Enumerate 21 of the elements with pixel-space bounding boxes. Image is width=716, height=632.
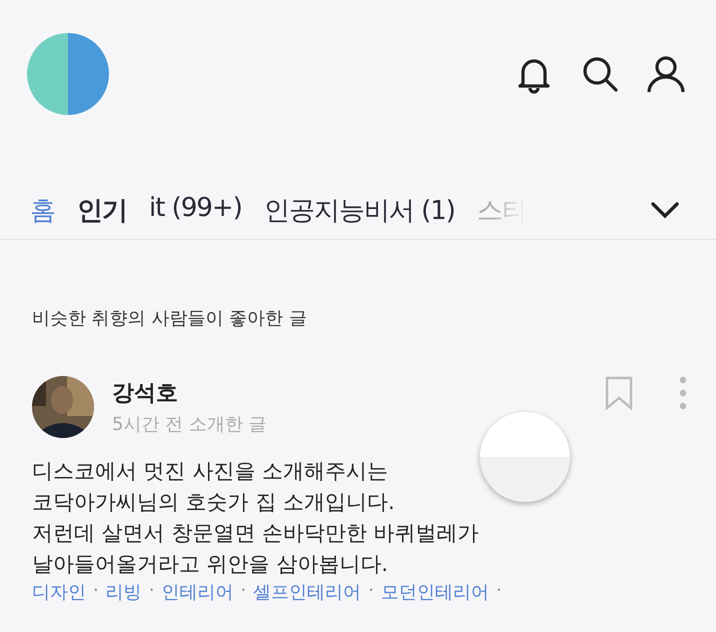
post-meta: 5시간 전 소개한 글	[112, 413, 268, 436]
tag-link[interactable]: 리빙	[106, 580, 142, 604]
tag-link[interactable]: 디자인	[32, 580, 86, 604]
category-tab[interactable]: 인공지능비서 (1)	[264, 192, 455, 228]
tag-link[interactable]: 모던인테리어	[380, 580, 489, 604]
author-name[interactable]: 강석호	[112, 378, 605, 408]
category-tab[interactable]: 인기	[77, 192, 127, 228]
separator-dot: ·	[496, 580, 502, 603]
category-tab[interactable]: 홈	[30, 192, 55, 228]
separator-dot: ·	[368, 580, 374, 603]
separator-dot: ·	[148, 580, 154, 603]
separator-dot: ·	[93, 580, 99, 603]
chevron-down-icon[interactable]	[650, 200, 680, 220]
separator-dot: ·	[240, 580, 246, 603]
logo-icon[interactable]	[27, 33, 109, 115]
section-title: 비슷한 취향의 사람들이 좋아한 글	[32, 307, 308, 330]
person-icon[interactable]	[646, 54, 686, 94]
post-text: 디스코에서 멋진 사진을 소개해주시는 코닥아가씨님의 호숫가 집 소개입니다. 저런데 살면서 창문열면 손바닥만한 바퀴벌레가 날아들어올거라고 위안을 삼아봅니다.	[32, 458, 479, 578]
tag-link[interactable]: 셀프인테리어	[253, 580, 362, 604]
category-tab[interactable]: it (99+)	[149, 192, 242, 228]
tag-link[interactable]: 인테리어	[161, 580, 234, 604]
